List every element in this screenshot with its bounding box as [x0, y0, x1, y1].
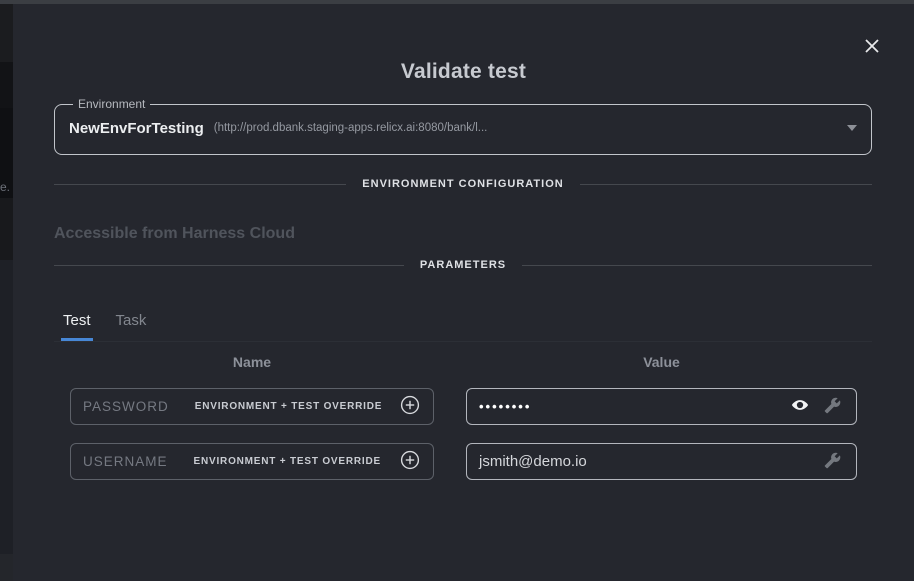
param-name-field-password: PASSWORD ENVIRONMENT + TEST OVERRIDE [70, 388, 434, 425]
add-override-button[interactable] [399, 396, 421, 418]
background-segment [0, 260, 13, 554]
background-segment [0, 62, 13, 108]
environment-name: NewEnvForTesting [69, 120, 204, 137]
access-note: Accessible from Harness Cloud [54, 225, 295, 243]
show-password-button[interactable] [788, 395, 812, 419]
section-divider-parameters: PARAMETERS [54, 259, 872, 271]
edit-value-button[interactable] [820, 450, 844, 474]
add-override-button[interactable] [399, 451, 421, 473]
dialog-title: Validate test [13, 60, 914, 84]
divider-line [522, 265, 872, 266]
environment-select-label: Environment [73, 97, 150, 111]
background-segment [0, 554, 13, 581]
param-name-field-username: USERNAME ENVIRONMENT + TEST OVERRIDE [70, 443, 434, 480]
close-icon [864, 38, 880, 57]
plus-circle-icon [400, 450, 420, 473]
section-label: ENVIRONMENT CONFIGURATION [346, 178, 579, 190]
background-segment [0, 4, 13, 62]
divider-line [54, 184, 346, 185]
section-divider-environment-configuration: ENVIRONMENT CONFIGURATION [54, 178, 872, 190]
eye-icon [791, 396, 809, 417]
override-badge: ENVIRONMENT + TEST OVERRIDE [195, 401, 382, 412]
param-value-input-password[interactable]: •••••••• [466, 388, 857, 425]
tab-test[interactable]: Test [61, 300, 93, 341]
environment-url: (http://prod.dbank.staging-apps.relicx.a… [214, 122, 488, 134]
override-badge: ENVIRONMENT + TEST OVERRIDE [194, 456, 381, 467]
validate-test-dialog: Validate test Environment NewEnvForTesti… [13, 4, 914, 581]
background-segment [0, 198, 13, 260]
divider-line [580, 184, 872, 185]
section-label: PARAMETERS [404, 259, 522, 271]
divider-line [54, 265, 404, 266]
environment-select[interactable]: Environment NewEnvForTesting (http://pro… [54, 97, 872, 155]
wrench-icon [824, 397, 841, 417]
close-button[interactable] [859, 34, 885, 60]
background-clipped-text: e. [0, 180, 13, 194]
param-value-masked: •••••••• [479, 399, 531, 414]
table-row: PASSWORD ENVIRONMENT + TEST OVERRIDE •••… [13, 388, 914, 426]
column-headers: Name Value [13, 354, 914, 374]
column-header-name: Name [70, 354, 434, 370]
edit-value-button[interactable] [820, 395, 844, 419]
param-value-text: jsmith@demo.io [479, 453, 587, 470]
param-name-label: USERNAME [83, 454, 168, 469]
column-header-value: Value [466, 354, 857, 370]
table-row: USERNAME ENVIRONMENT + TEST OVERRIDE jsm… [13, 443, 914, 481]
tab-task[interactable]: Task [114, 300, 149, 341]
parameter-tabs: Test Task [54, 300, 872, 342]
param-value-input-username[interactable]: jsmith@demo.io [466, 443, 857, 480]
chevron-down-icon [847, 125, 857, 131]
wrench-icon [824, 452, 841, 472]
param-name-label: PASSWORD [83, 399, 169, 414]
screen: e. Validate test Environment NewEnvForTe… [0, 0, 914, 581]
plus-circle-icon [400, 395, 420, 418]
background-page-edge: e. [0, 4, 13, 581]
